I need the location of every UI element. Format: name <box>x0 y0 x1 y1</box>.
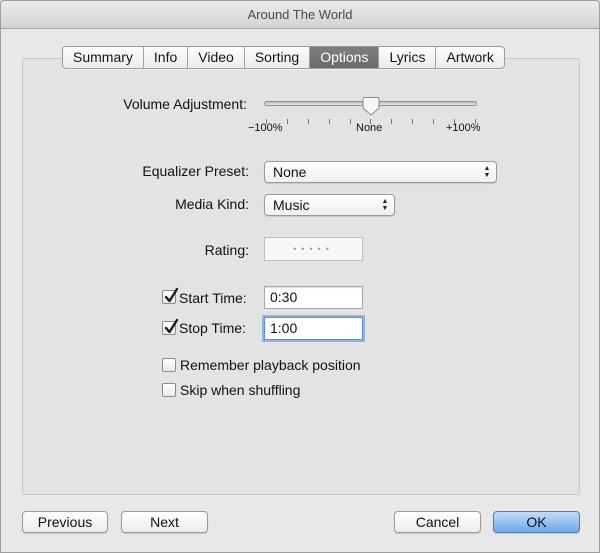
start-time-field[interactable]: 0:30 <box>264 286 363 309</box>
media-kind-popup[interactable]: Music ▲ ▼ <box>264 194 395 216</box>
volume-tick <box>329 119 330 124</box>
equalizer-preset-label: Equalizer Preset: <box>142 163 249 179</box>
window-title: Around The World <box>1 1 599 29</box>
tab-lyrics[interactable]: Lyrics <box>379 47 437 68</box>
equalizer-preset-value: None <box>273 164 307 180</box>
up-down-arrows-icon: ▲ ▼ <box>483 165 491 179</box>
skip-shuffling-checkbox[interactable] <box>162 383 176 397</box>
volume-slider-thumb[interactable] <box>362 96 380 116</box>
checkmark-icon <box>164 287 179 303</box>
volume-max-label: +100% <box>446 122 481 134</box>
volume-adjustment-label: Volume Adjustment: <box>123 96 247 112</box>
volume-tick <box>412 119 413 124</box>
checkmark-icon <box>164 318 179 334</box>
equalizer-preset-popup[interactable]: None ▲ ▼ <box>264 161 497 183</box>
stop-time-label: Stop Time: <box>179 320 246 336</box>
remember-playback-checkbox[interactable] <box>162 358 176 372</box>
remember-playback-label: Remember playback position <box>180 357 361 373</box>
next-button[interactable]: Next <box>121 511 208 533</box>
volume-tick <box>287 119 288 124</box>
volume-min-label: −100% <box>248 122 283 134</box>
rating-label: Rating: <box>204 242 249 258</box>
volume-tick <box>433 119 434 124</box>
volume-tick <box>350 119 351 124</box>
rating-stars[interactable]: ••••• <box>264 237 363 261</box>
volume-tick <box>308 119 309 124</box>
tab-bar: Summary Info Video Sorting Options Lyric… <box>62 46 505 69</box>
cancel-button[interactable]: Cancel <box>394 511 481 533</box>
ok-button[interactable]: OK <box>493 511 580 533</box>
tab-video[interactable]: Video <box>188 47 245 68</box>
volume-mid-label: None <box>356 122 383 134</box>
volume-tick <box>391 119 392 124</box>
track-info-window: Around The World Summary Info Video Sort… <box>0 0 600 553</box>
tab-artwork[interactable]: Artwork <box>436 47 503 68</box>
skip-shuffling-label: Skip when shuffling <box>180 382 301 398</box>
options-panel <box>22 58 580 495</box>
start-time-checkbox[interactable] <box>162 287 179 304</box>
up-down-arrows-icon: ▲ ▼ <box>381 198 389 212</box>
tab-summary[interactable]: Summary <box>63 47 144 68</box>
tab-info[interactable]: Info <box>144 47 189 68</box>
media-kind-value: Music <box>273 197 310 213</box>
tab-sorting[interactable]: Sorting <box>245 47 311 68</box>
stop-time-field[interactable]: 1:00 <box>264 317 363 340</box>
tab-options[interactable]: Options <box>310 47 380 68</box>
stop-time-checkbox[interactable] <box>162 318 179 335</box>
start-time-label: Start Time: <box>179 290 247 306</box>
media-kind-label: Media Kind: <box>175 196 249 212</box>
previous-button[interactable]: Previous <box>22 511 108 533</box>
